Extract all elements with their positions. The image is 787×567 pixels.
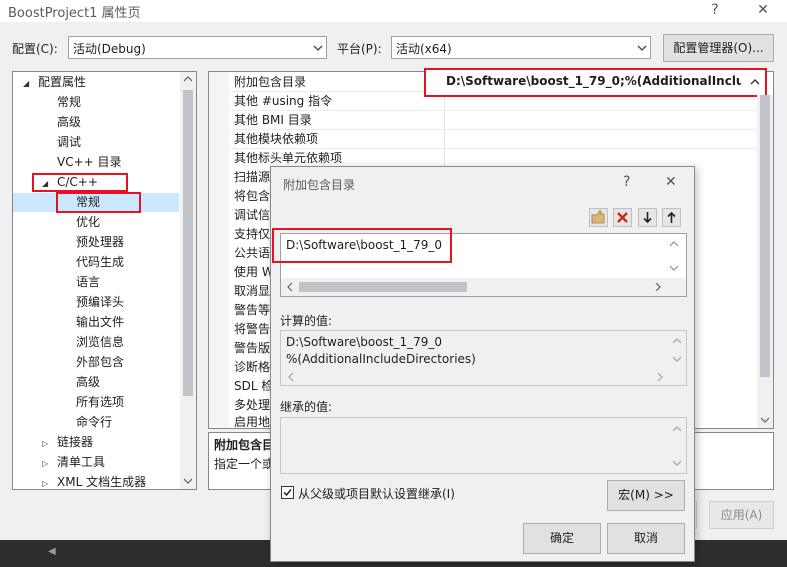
row-divider xyxy=(230,129,758,130)
move-up-button[interactable] xyxy=(662,208,681,227)
property-name[interactable]: 支持仅 xyxy=(234,225,270,244)
computed-line: %(AdditionalIncludeDirectories) xyxy=(286,352,476,366)
computed-label: 计算的值: xyxy=(280,314,333,328)
chevron-down-icon xyxy=(637,45,647,51)
inherited-label: 继承的值: xyxy=(280,400,333,414)
scroll-up-icon[interactable] xyxy=(184,75,192,83)
tree-item-command-line[interactable]: 命令行 xyxy=(76,412,112,432)
grid-scrollbar[interactable] xyxy=(757,95,773,428)
tree-item-cpp-advanced[interactable]: 高级 xyxy=(76,372,100,392)
arrow-down-icon xyxy=(643,212,652,224)
inherit-checkbox[interactable] xyxy=(281,486,294,499)
inherited-values-box xyxy=(280,417,687,474)
entries-hscrollbar[interactable] xyxy=(281,278,686,296)
highlight-box-cpp xyxy=(32,173,128,192)
property-name[interactable]: 附加包含目录 xyxy=(234,73,306,92)
property-name[interactable]: 其他 BMI 目录 xyxy=(234,111,312,130)
config-select[interactable]: 活动(Debug) xyxy=(68,36,327,59)
collapsed-arrow-icon[interactable]: ▷ xyxy=(42,479,48,488)
chevron-down-icon xyxy=(313,45,323,51)
highlight-box-value xyxy=(424,68,767,97)
tree-item-advanced[interactable]: 高级 xyxy=(57,112,81,132)
tree-scroll-thumb[interactable] xyxy=(183,90,193,396)
collapsed-arrow-icon[interactable]: ▷ xyxy=(42,439,48,448)
tree-item-debugging[interactable]: 调试 xyxy=(57,132,81,152)
row-divider xyxy=(230,148,758,149)
close-button[interactable]: ✕ xyxy=(748,0,778,22)
scroll-right-icon[interactable] xyxy=(656,373,664,381)
config-value: 活动(Debug) xyxy=(73,42,146,56)
apply-button[interactable]: 应用(A) xyxy=(709,501,774,529)
delete-line-button[interactable] xyxy=(613,208,632,227)
tree-item-code-generation[interactable]: 代码生成 xyxy=(76,252,124,272)
scroll-up-icon[interactable] xyxy=(673,425,681,433)
expanded-arrow-icon[interactable]: ◢ xyxy=(23,79,29,88)
grid-scroll-thumb[interactable] xyxy=(760,95,770,377)
tree-item-language[interactable]: 语言 xyxy=(76,272,100,292)
scroll-down-icon[interactable] xyxy=(673,355,681,363)
tree-item-all-options[interactable]: 所有选项 xyxy=(76,392,124,412)
delete-icon xyxy=(617,212,628,223)
tree-scrollbar[interactable] xyxy=(180,72,196,489)
macros-button[interactable]: 宏(M) >> xyxy=(607,480,685,511)
help-button[interactable]: ? xyxy=(700,0,730,22)
tree-item-manifest-tool[interactable]: 清单工具 xyxy=(57,452,105,472)
scroll-right-icon[interactable] xyxy=(654,283,662,291)
property-gutter xyxy=(209,72,229,428)
tree-item-output-files[interactable]: 输出文件 xyxy=(76,312,124,332)
include-dirs-dialog: 附加包含目录 ? ✕ D:\Software\boost_1_79_0 计算的值… xyxy=(270,166,695,562)
arrow-up-icon xyxy=(667,211,676,223)
platform-value: 活动(x64) xyxy=(396,42,452,56)
new-line-button[interactable] xyxy=(589,208,608,227)
highlight-box-general xyxy=(56,192,141,213)
config-manager-button[interactable]: 配置管理器(O)... xyxy=(663,34,774,62)
scroll-left-icon[interactable] xyxy=(286,283,294,291)
tree-item-linker[interactable]: 链接器 xyxy=(57,432,93,452)
description-title: 附加包含目 xyxy=(214,438,275,452)
move-down-button[interactable] xyxy=(638,208,657,227)
scroll-left-icon[interactable]: ◀ xyxy=(48,546,56,557)
description-text: 指定一个或 xyxy=(214,457,275,471)
entries-hscroll-thumb[interactable] xyxy=(299,282,467,292)
scroll-left-icon[interactable] xyxy=(287,373,295,381)
property-name[interactable]: 其他 #using 指令 xyxy=(234,92,332,111)
collapsed-arrow-icon[interactable]: ▷ xyxy=(42,459,48,468)
config-label: 配置(C): xyxy=(12,42,58,56)
checkmark-icon xyxy=(283,489,292,497)
platform-select[interactable]: 活动(x64) xyxy=(391,36,651,59)
scroll-up-icon[interactable] xyxy=(673,337,681,345)
scroll-down-icon[interactable] xyxy=(673,459,681,467)
tree-item-preprocessor[interactable]: 预处理器 xyxy=(76,232,124,252)
dialog-help-button[interactable]: ? xyxy=(623,174,630,190)
platform-label: 平台(P): xyxy=(337,42,382,56)
computed-line: D:\Software\boost_1_79_0 xyxy=(286,335,443,349)
dialog-cancel-button[interactable]: 取消 xyxy=(607,523,685,554)
window-title: BoostProject1 属性页 xyxy=(8,6,141,21)
dialog-close-button[interactable]: ✕ xyxy=(665,174,677,190)
tree-item-xml-doc[interactable]: XML 文档生成器 xyxy=(57,472,146,492)
scroll-down-icon[interactable] xyxy=(184,477,192,485)
tree-item-external-includes[interactable]: 外部包含 xyxy=(76,352,124,372)
title-bar: BoostProject1 属性页 ? ✕ xyxy=(0,0,787,22)
row-divider xyxy=(230,110,758,111)
dialog-title: 附加包含目录 xyxy=(283,178,356,192)
tree-item-optimization[interactable]: 优化 xyxy=(76,212,100,232)
dialog-ok-button[interactable]: 确定 xyxy=(523,523,601,554)
inherit-checkbox-label[interactable]: 从父级或项目默认设置继承(I) xyxy=(298,485,455,502)
scroll-down-icon[interactable] xyxy=(670,264,678,272)
tree-root[interactable]: 配置属性 xyxy=(38,72,86,92)
property-name[interactable]: 使用 W xyxy=(234,263,274,282)
tree-item-browse-info[interactable]: 浏览信息 xyxy=(76,332,124,352)
property-name[interactable]: 其他模块依赖项 xyxy=(234,130,318,149)
tree-item-precompiled-headers[interactable]: 预编译头 xyxy=(76,292,124,312)
tree-item-general[interactable]: 常规 xyxy=(57,92,81,112)
scroll-down-icon[interactable] xyxy=(761,416,769,424)
tree-item-vc-directories[interactable]: VC++ 目录 xyxy=(57,152,122,172)
scroll-up-icon[interactable] xyxy=(670,240,678,248)
new-folder-icon xyxy=(591,210,605,224)
highlight-box-entry xyxy=(272,228,452,263)
computed-values-box: D:\Software\boost_1_79_0 %(AdditionalInc… xyxy=(280,330,687,386)
